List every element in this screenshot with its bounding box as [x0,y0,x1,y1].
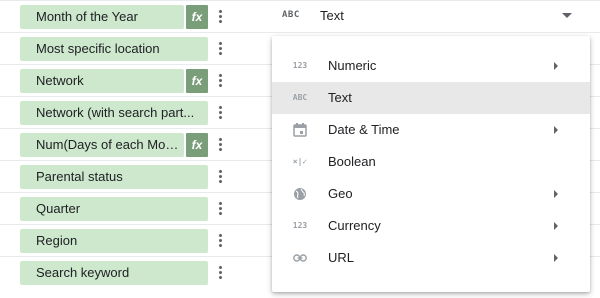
fx-badge[interactable]: fx [186,69,208,93]
menu-item-label: Currency [328,218,381,233]
menu-item-label: Date & Time [328,122,400,137]
chevron-right-icon [554,222,558,230]
type-selector[interactable]: ABC Text [282,0,582,32]
chevron-right-icon [554,254,558,262]
chevron-right-icon [554,126,558,134]
field-chip[interactable]: Network (with search part... [20,101,208,125]
chevron-right-icon [554,62,558,70]
text-abc-icon: ABC [292,93,308,102]
menu-item-boolean[interactable]: ×|✓ Boolean [272,146,590,178]
menu-item-label: URL [328,250,355,265]
type-menu: 123 Numeric ABC Text Date & Time ×|✓ Boo… [272,36,590,292]
field-chip[interactable]: Region [20,229,208,253]
type-selector-value: Text [320,8,344,23]
more-vert-icon[interactable] [216,105,224,121]
menu-item-date-time[interactable]: Date & Time [272,114,590,146]
field-chip[interactable]: Num(Days of each Month) [20,133,184,157]
field-chip[interactable]: Most specific location [20,37,208,61]
field-chip[interactable]: Parental status [20,165,208,189]
menu-item-label: Text [328,90,352,105]
more-vert-icon[interactable] [216,9,224,25]
chevron-right-icon [554,190,558,198]
more-vert-icon[interactable] [216,201,224,217]
menu-item-text[interactable]: ABC Text [272,82,590,114]
calendar-icon [292,123,308,137]
menu-item-label: Numeric [328,58,377,73]
menu-item-currency[interactable]: 123 Currency [272,210,590,242]
fx-badge[interactable]: fx [186,5,208,29]
menu-item-label: Geo [328,186,353,201]
more-vert-icon[interactable] [216,137,224,153]
menu-item-numeric[interactable]: 123 Numeric [272,50,590,82]
more-vert-icon[interactable] [216,41,224,57]
more-vert-icon[interactable] [216,265,224,281]
fx-badge[interactable]: fx [186,133,208,157]
field-chip[interactable]: Search keyword [20,261,208,285]
menu-item-label: Boolean [328,154,376,169]
field-chip[interactable]: Quarter [20,197,208,221]
chevron-down-icon[interactable] [562,13,572,18]
field-chip[interactable]: Network [20,69,184,93]
menu-item-url[interactable]: URL [272,242,590,274]
field-chip[interactable]: Month of the Year [20,5,184,29]
text-abc-icon: ABC [282,10,300,20]
link-icon [292,251,308,265]
boolean-icon: ×|✓ [292,157,308,166]
currency-123-icon: 123 [292,221,308,230]
more-vert-icon[interactable] [216,233,224,249]
more-vert-icon[interactable] [216,169,224,185]
numeric-123-icon: 123 [292,61,308,70]
menu-item-geo[interactable]: Geo [272,178,590,210]
globe-icon [292,187,308,201]
more-vert-icon[interactable] [216,73,224,89]
